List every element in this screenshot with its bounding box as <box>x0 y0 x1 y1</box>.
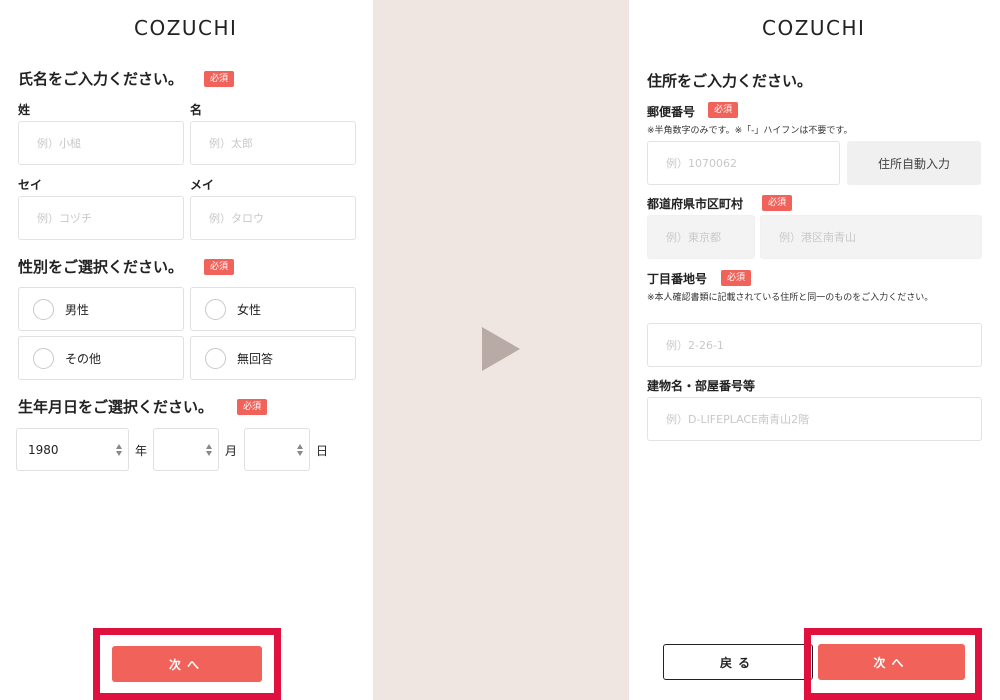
city-placeholder: 例）港区南青山 <box>779 231 856 244</box>
last-kana-label: セイ <box>18 178 43 192</box>
next-button[interactable]: 次へ <box>818 644 965 680</box>
play-arrow-icon <box>482 327 520 371</box>
updown-arrow-icon <box>206 443 212 456</box>
last-name-placeholder: 例）小槌 <box>37 137 81 150</box>
updown-arrow-icon <box>116 443 122 456</box>
gender-option-label: その他 <box>65 351 102 366</box>
birth-year-select[interactable]: 1980 <box>16 428 129 471</box>
required-badge: 必須 <box>721 270 752 286</box>
last-kana-input[interactable]: 例）コヅチ <box>18 196 184 240</box>
required-badge: 必須 <box>204 259 235 275</box>
birthday-heading: 生年月日をご選択ください。 <box>18 398 214 416</box>
building-input[interactable]: 例）D-LIFEPLACE南青山2階 <box>647 397 982 441</box>
postal-note: ※半角数字のみです。※「-」ハイフンは不要です。 <box>647 126 853 136</box>
building-placeholder: 例）D-LIFEPLACE南青山2階 <box>666 413 810 426</box>
first-kana-label: メイ <box>190 178 215 192</box>
birth-day-select[interactable] <box>244 428 310 471</box>
birth-year-value: 1980 <box>28 442 59 457</box>
gender-option-label: 女性 <box>237 302 262 317</box>
required-badge: 必須 <box>204 71 235 87</box>
street-note: ※本人確認書類に記載されている住所と同一のものをご入力ください。 <box>647 293 934 303</box>
logo: COZUCHI <box>762 16 866 40</box>
step2-panel: COZUCHI 住所をご入力ください。 郵便番号 必須 ※半角数字のみです。※「… <box>629 0 1000 700</box>
city-input[interactable]: 例）港区南青山 <box>760 215 982 259</box>
gender-option-no-answer[interactable]: 無回答 <box>190 336 356 380</box>
required-badge: 必須 <box>708 102 739 118</box>
last-name-input[interactable]: 例）小槌 <box>18 121 184 165</box>
postal-label: 郵便番号 <box>647 105 696 119</box>
updown-arrow-icon <box>297 443 303 456</box>
gender-heading: 性別をご選択ください。 <box>18 258 184 276</box>
prefecture-label: 都道府県市区町村 <box>647 197 744 211</box>
first-name-label: 名 <box>190 103 203 117</box>
street-label: 丁目番地号 <box>647 272 708 286</box>
postal-placeholder: 例）1070062 <box>666 157 737 170</box>
first-kana-input[interactable]: 例）タロウ <box>190 196 356 240</box>
last-name-label: 姓 <box>18 103 31 117</box>
gender-option-other[interactable]: その他 <box>18 336 184 380</box>
radio-circle-icon <box>205 298 226 320</box>
next-button[interactable]: 次へ <box>112 646 262 682</box>
month-unit: 月 <box>225 444 238 458</box>
logo: COZUCHI <box>134 16 238 40</box>
gender-option-label: 無回答 <box>237 351 274 366</box>
year-unit: 年 <box>135 444 148 458</box>
street-placeholder: 例）2-26-1 <box>666 339 724 352</box>
building-label: 建物名・部屋番号等 <box>647 379 756 393</box>
birth-month-select[interactable] <box>153 428 219 471</box>
address-heading: 住所をご入力ください。 <box>647 72 813 90</box>
day-unit: 日 <box>316 444 329 458</box>
radio-circle-icon <box>205 347 226 369</box>
name-heading: 氏名をご入力ください。 <box>18 70 184 88</box>
gender-option-female[interactable]: 女性 <box>190 287 356 331</box>
gender-option-male[interactable]: 男性 <box>18 287 184 331</box>
street-input[interactable]: 例）2-26-1 <box>647 323 982 367</box>
first-name-input[interactable]: 例）太郎 <box>190 121 356 165</box>
radio-circle-icon <box>33 298 54 320</box>
first-name-placeholder: 例）太郎 <box>209 137 253 150</box>
postal-code-input[interactable]: 例）1070062 <box>647 141 840 185</box>
last-kana-placeholder: 例）コヅチ <box>37 212 92 225</box>
back-button[interactable]: 戻る <box>663 644 813 680</box>
required-badge: 必須 <box>237 399 268 415</box>
prefecture-input[interactable]: 例）東京都 <box>647 215 755 259</box>
radio-circle-icon <box>33 347 54 369</box>
step1-panel: COZUCHI 氏名をご入力ください。 必須 姓 名 例）小槌 例）太郎 セイ … <box>0 0 373 700</box>
required-badge: 必須 <box>762 195 793 211</box>
first-kana-placeholder: 例）タロウ <box>209 212 264 225</box>
address-autofill-button[interactable]: 住所自動入力 <box>847 141 981 185</box>
gender-option-label: 男性 <box>65 302 90 317</box>
prefecture-placeholder: 例）東京都 <box>666 231 721 244</box>
